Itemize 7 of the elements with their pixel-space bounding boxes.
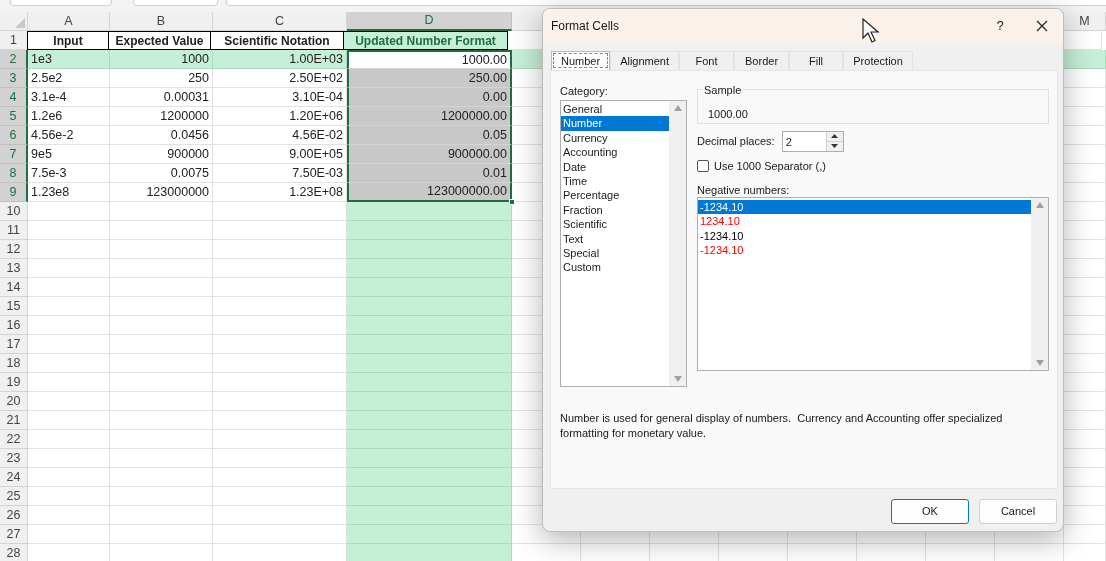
decimal-places-label: Decimal places: <box>697 133 775 149</box>
negative-numbers-label: Negative numbers: <box>697 183 791 197</box>
category-label: Category: <box>560 84 609 99</box>
sample-value: 1000.00 <box>708 107 748 122</box>
separator-label: Use 1000 Separator (,) <box>714 158 826 174</box>
dialog-title: Format Cells <box>551 18 619 35</box>
category-description: Number is used for general display of numbers. Currency and Accounting offer specialized formatting for monetary value. <box>560 411 1004 441</box>
